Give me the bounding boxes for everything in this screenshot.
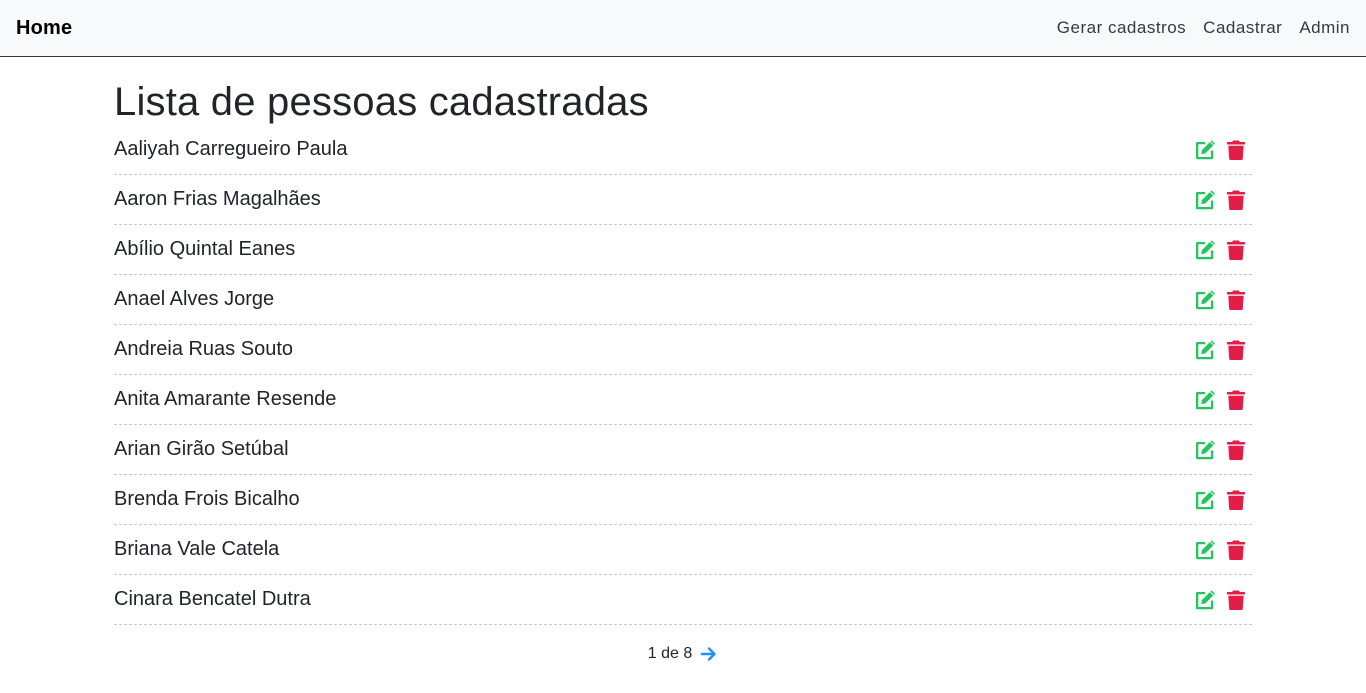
- person-name: Brenda Frois Bicalho: [114, 488, 300, 510]
- list-item: Andreia Ruas Souto: [114, 325, 1252, 375]
- nav-link-cadastrar[interactable]: Cadastrar: [1203, 18, 1282, 38]
- list-item: Abílio Quintal Eanes: [114, 225, 1252, 275]
- list-item: Aaron Frias Magalhães: [114, 175, 1252, 225]
- edit-icon[interactable]: [1193, 588, 1217, 612]
- trash-icon[interactable]: [1224, 438, 1248, 462]
- trash-icon[interactable]: [1224, 188, 1248, 212]
- person-name: Aaliyah Carregueiro Paula: [114, 138, 348, 160]
- page-indicator: 1 de 8: [647, 645, 693, 662]
- brand-home-link[interactable]: Home: [16, 17, 72, 40]
- edit-icon[interactable]: [1193, 438, 1217, 462]
- row-actions: [1193, 338, 1248, 362]
- row-actions: [1193, 538, 1248, 562]
- nav-links: Gerar cadastros Cadastrar Admin: [1057, 18, 1350, 38]
- list-item: Cinara Bencatel Dutra: [114, 575, 1252, 625]
- trash-icon[interactable]: [1224, 388, 1248, 412]
- list-item: Brenda Frois Bicalho: [114, 475, 1252, 525]
- person-name: Abílio Quintal Eanes: [114, 238, 296, 260]
- person-name: Briana Vale Catela: [114, 538, 280, 560]
- navbar: Home Gerar cadastros Cadastrar Admin: [0, 0, 1366, 57]
- person-name: Aaron Frias Magalhães: [114, 188, 321, 210]
- person-name: Cinara Bencatel Dutra: [114, 588, 311, 610]
- trash-icon[interactable]: [1224, 138, 1248, 162]
- edit-icon[interactable]: [1193, 138, 1217, 162]
- list-item: Anita Amarante Resende: [114, 375, 1252, 425]
- edit-icon[interactable]: [1193, 388, 1217, 412]
- nav-link-admin[interactable]: Admin: [1299, 18, 1350, 38]
- nav-link-gerar-cadastros[interactable]: Gerar cadastros: [1057, 18, 1186, 38]
- list-item: Anael Alves Jorge: [114, 275, 1252, 325]
- row-actions: [1193, 188, 1248, 212]
- person-name: Anita Amarante Resende: [114, 388, 337, 410]
- row-actions: [1193, 238, 1248, 262]
- edit-icon[interactable]: [1193, 538, 1217, 562]
- edit-icon[interactable]: [1193, 288, 1217, 312]
- arrow-right-icon[interactable]: [700, 645, 718, 663]
- row-actions: [1193, 288, 1248, 312]
- trash-icon[interactable]: [1224, 238, 1248, 262]
- trash-icon[interactable]: [1224, 538, 1248, 562]
- list-item: Aaliyah Carregueiro Paula: [114, 125, 1252, 175]
- person-name: Arian Girão Setúbal: [114, 438, 289, 460]
- row-actions: [1193, 588, 1248, 612]
- trash-icon[interactable]: [1224, 488, 1248, 512]
- list-item: Briana Vale Catela: [114, 525, 1252, 575]
- person-name: Andreia Ruas Souto: [114, 338, 294, 360]
- page-title: Lista de pessoas cadastradas: [114, 80, 649, 124]
- edit-icon[interactable]: [1193, 188, 1217, 212]
- person-name: Anael Alves Jorge: [114, 288, 275, 310]
- trash-icon[interactable]: [1224, 288, 1248, 312]
- trash-icon[interactable]: [1224, 338, 1248, 362]
- people-list: Aaliyah Carregueiro Paula Aaron Frias Ma…: [114, 125, 1252, 625]
- edit-icon[interactable]: [1193, 488, 1217, 512]
- pagination: 1 de 8: [114, 645, 1252, 663]
- row-actions: [1193, 438, 1248, 462]
- list-item: Arian Girão Setúbal: [114, 425, 1252, 475]
- edit-icon[interactable]: [1193, 338, 1217, 362]
- edit-icon[interactable]: [1193, 238, 1217, 262]
- main-content: Lista de pessoas cadastradas Aaliyah Car…: [114, 79, 1252, 663]
- trash-icon[interactable]: [1224, 588, 1248, 612]
- row-actions: [1193, 488, 1248, 512]
- row-actions: [1193, 138, 1248, 162]
- row-actions: [1193, 388, 1248, 412]
